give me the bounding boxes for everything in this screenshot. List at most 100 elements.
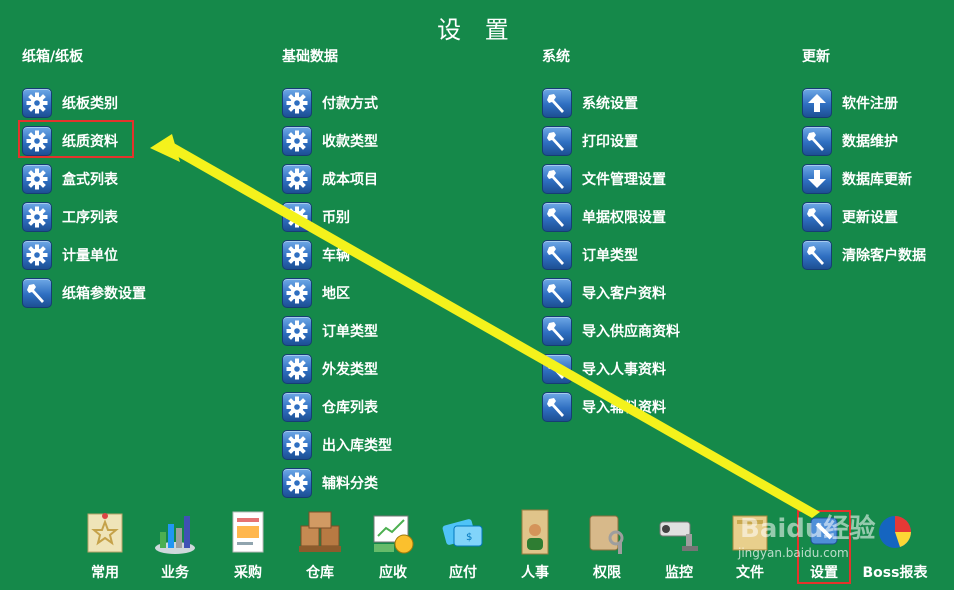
taskbar-item[interactable]: 常用 [70, 508, 140, 582]
settings-item[interactable]: 计量单位 [22, 236, 272, 274]
boxes-icon [297, 508, 343, 556]
settings-column-3: 更新 软件注册 数据维护 数据库更新 更新设置 清除客户数据 [802, 46, 954, 274]
taskbar-item[interactable]: 人事 [500, 508, 570, 582]
wrench-icon [542, 88, 572, 118]
taskbar-item-label: 业务 [161, 565, 189, 581]
settings-item-label: 地区 [322, 286, 350, 302]
column-heading: 基础数据 [282, 49, 338, 65]
settings-item[interactable]: 币别 [282, 198, 532, 236]
settings-item-label: 数据库更新 [842, 172, 912, 188]
settings-item[interactable]: 订单类型 [282, 312, 532, 350]
settings-column-2: 系统系统设置打印设置文件管理设置单据权限设置 订单类型 导入客户资料导入供应商资料导… [542, 46, 792, 426]
person-folder-icon [512, 508, 558, 556]
settings-item[interactable]: 付款方式 [282, 84, 532, 122]
gear-icon [282, 202, 312, 232]
settings-item[interactable]: 收款类型 [282, 122, 532, 160]
bar-chart-icon [152, 508, 198, 556]
taskbar-item[interactable]: 业务 [140, 508, 210, 582]
wrench-icon [22, 278, 52, 308]
settings-item[interactable]: 工序列表 [22, 198, 272, 236]
taskbar-item[interactable]: 仓库 [285, 508, 355, 582]
settings-item[interactable]: 仓库列表 [282, 388, 532, 426]
settings-item[interactable]: 文件管理设置 [542, 160, 792, 198]
settings-item[interactable]: 打印设置 [542, 122, 792, 160]
page-title: 设 置 [437, 16, 517, 44]
settings-item[interactable]: 导入客户资料 [542, 274, 792, 312]
settings-item[interactable]: 订单类型 [542, 236, 792, 274]
settings-item-label: 订单类型 [322, 324, 378, 340]
settings-item[interactable]: 单据权限设置 [542, 198, 792, 236]
taskbar-item-label: 人事 [521, 565, 549, 581]
wrench-icon [542, 164, 572, 194]
settings-item-label: 币别 [322, 210, 350, 226]
settings-item[interactable]: 软件注册 [802, 84, 954, 122]
taskbar-item[interactable]: 应收 [358, 508, 428, 582]
svg-text:$: $ [466, 532, 472, 543]
settings-item[interactable]: 成本项目 [282, 160, 532, 198]
keys-icon [584, 508, 630, 556]
settings-item-label: 纸质资料 [62, 134, 118, 150]
settings-item[interactable]: 出入库类型 [282, 426, 532, 464]
watermark-url: jingyan.baidu.com [738, 546, 849, 560]
star-note-icon [82, 508, 128, 556]
gear-icon [282, 316, 312, 346]
gear-icon [282, 392, 312, 422]
settings-item[interactable]: 导入供应商资料 [542, 312, 792, 350]
taskbar-item-label: 应付 [449, 565, 477, 581]
settings-item[interactable]: 纸箱参数设置 [22, 274, 272, 312]
taskbar-item[interactable]: 监控 [644, 508, 714, 582]
settings-item-label: 清除客户数据 [842, 248, 926, 264]
settings-item[interactable]: 地区 [282, 274, 532, 312]
settings-item-label: 文件管理设置 [582, 172, 666, 188]
watermark-brand: Baidu经验 [740, 514, 876, 544]
settings-item[interactable]: 辅料分类 [282, 464, 532, 502]
wrench-icon [542, 278, 572, 308]
settings-item-list: 软件注册数据维护数据库更新更新设置清除客户数据 [802, 84, 954, 274]
taskbar-item-label: 仓库 [306, 565, 334, 581]
gear-icon [282, 468, 312, 498]
settings-item[interactable]: 更新设置 [802, 198, 954, 236]
settings-item[interactable]: 纸板类别 [22, 84, 272, 122]
settings-item[interactable]: 系统设置 [542, 84, 792, 122]
taskbar-item-label: 常用 [91, 565, 119, 581]
cash-icon [370, 508, 416, 556]
taskbar-item[interactable]: 采购 [213, 508, 283, 582]
settings-column-0: 纸箱/纸板 纸板类别 纸质资料 盒式列表 工序列表 计量单位 纸箱参数设置 [18, 46, 272, 312]
taskbar-item-label: 设置 [810, 565, 838, 581]
settings-item-label: 软件注册 [842, 96, 898, 112]
taskbar-item-label: Boss报表 [862, 565, 928, 581]
settings-item-label: 仓库列表 [322, 400, 378, 416]
taskbar-item-label: 权限 [593, 565, 621, 581]
wrench-icon [802, 240, 832, 270]
taskbar-item-label: 采购 [234, 565, 262, 581]
settings-item-label: 系统设置 [582, 96, 638, 112]
gear-icon [22, 126, 52, 156]
settings-item-label: 工序列表 [62, 210, 118, 226]
settings-item-list: 付款方式 收款类型 成本项目币别车辆地区订单类型外发类型仓库列表出入库类型 辅料分类 [282, 84, 532, 502]
settings-item[interactable]: 数据库更新 [802, 160, 954, 198]
settings-item-list: 纸板类别纸质资料盒式列表工序列表计量单位 纸箱参数设置 [18, 84, 272, 312]
wrench-icon [802, 126, 832, 156]
gear-icon [282, 126, 312, 156]
gear-icon [282, 164, 312, 194]
settings-item[interactable]: 车辆 [282, 236, 532, 274]
settings-item[interactable]: 导入人事资料 [542, 350, 792, 388]
settings-item-label: 导入供应商资料 [582, 324, 680, 340]
settings-item[interactable]: 数据维护 [802, 122, 954, 160]
settings-item[interactable]: 清除客户数据 [802, 236, 954, 274]
settings-item[interactable]: 纸质资料 [18, 120, 272, 160]
column-heading: 系统 [542, 49, 570, 65]
gear-icon [282, 354, 312, 384]
settings-item[interactable]: 外发类型 [282, 350, 532, 388]
gear-icon [22, 164, 52, 194]
gear-icon [282, 88, 312, 118]
taskbar-item[interactable]: 权限 [572, 508, 642, 582]
settings-item[interactable]: 导入辅料资料 [542, 388, 792, 426]
settings-item-label: 外发类型 [322, 362, 378, 378]
wrench-icon [542, 354, 572, 384]
settings-item-label: 盒式列表 [62, 172, 118, 188]
settings-item[interactable]: 盒式列表 [22, 160, 272, 198]
settings-column-1: 基础数据付款方式 收款类型 成本项目币别车辆地区订单类型外发类型仓库列表出入库类型辅… [282, 46, 532, 502]
wrench-icon [542, 316, 572, 346]
taskbar-item[interactable]: $ 应付 [428, 508, 498, 582]
